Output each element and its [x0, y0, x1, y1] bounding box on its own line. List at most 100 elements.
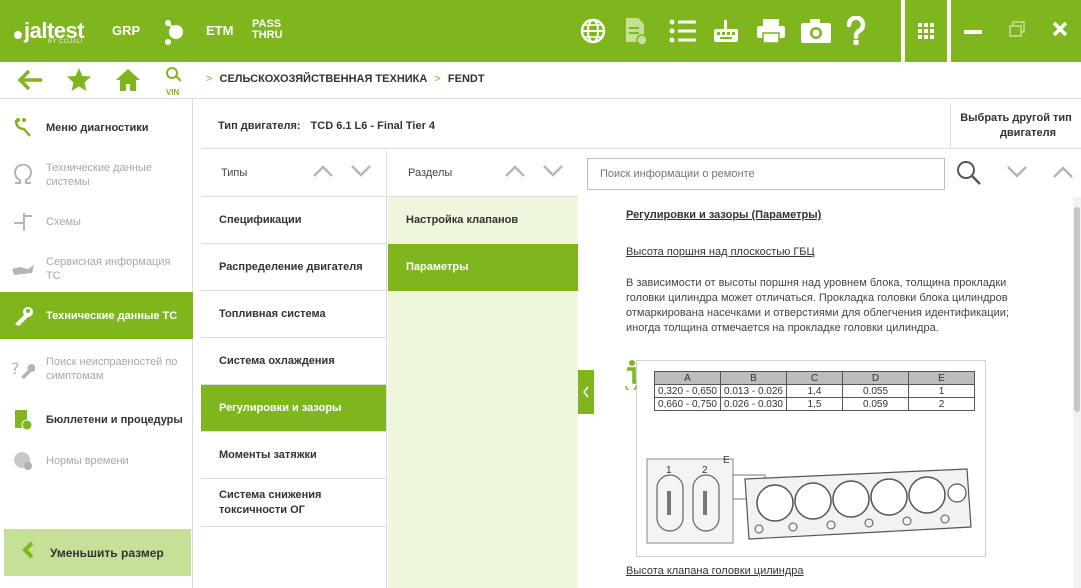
- content-subtitle-link[interactable]: Высота поршня над плоскостью ГБЦ: [626, 246, 815, 258]
- logo-dot-icon: [14, 31, 22, 39]
- figure-label-2: 2: [702, 465, 708, 476]
- wrench-icon: [0, 305, 46, 327]
- oil-can-icon: [0, 259, 46, 279]
- types-item-specifications[interactable]: Спецификации: [201, 197, 386, 244]
- logo-subtitle: BY COJALI: [48, 39, 84, 45]
- chevron-down-icon[interactable]: [350, 164, 372, 183]
- gasket-figure: A B C D E 0,320 - 0,650 0.013 - 0.026 1,…: [636, 360, 986, 557]
- search-icon[interactable]: [956, 160, 982, 191]
- sidebar-item-vehicle-tech-data[interactable]: Технические данные ТС: [0, 292, 193, 339]
- figure-label-1: 1: [666, 465, 672, 476]
- camera-icon[interactable]: [800, 12, 832, 50]
- types-item-fuel-system[interactable]: Топливная система: [201, 291, 386, 338]
- grp-button[interactable]: GRP: [112, 23, 140, 38]
- collapse-panel-button[interactable]: [578, 370, 594, 414]
- chevron-up-icon[interactable]: [312, 164, 334, 183]
- gasket-spec-table: A B C D E 0,320 - 0,650 0.013 - 0.026 1,…: [654, 371, 975, 411]
- thru-label: THRU: [252, 29, 283, 41]
- search-vin-button[interactable]: VIN: [162, 66, 186, 97]
- gasket-drawing: [646, 458, 972, 544]
- vin-search-icon: [166, 67, 182, 82]
- types-column: Типы Спецификации Распределение двигател…: [201, 150, 387, 588]
- pass-thru-button[interactable]: PASS THRU: [252, 19, 283, 41]
- apps-grid-button[interactable]: [904, 0, 947, 62]
- table-header: B: [720, 371, 787, 385]
- table-header: D: [842, 371, 909, 385]
- sidebar-item-time-norms[interactable]: Нормы времени: [0, 437, 193, 484]
- table-cell: 0.059: [842, 397, 909, 411]
- sidebar-item-label: Сервисная информация ТС: [46, 255, 171, 282]
- shrink-label: Уменьшить размер: [50, 545, 164, 560]
- sections-header-label: Разделы: [408, 167, 453, 179]
- content-paragraph: В зависимости от высоты поршня над уровн…: [626, 277, 1009, 334]
- chevron-left-icon: [583, 386, 589, 398]
- sidebar-item-bulletins[interactable]: Бюллетени и процедуры: [0, 396, 193, 443]
- bulletins-icon: [0, 409, 46, 431]
- engine-type-bar: Тип двигателя: TCD 6.1 L6 - Final Tier 4: [201, 103, 950, 149]
- content-title: Регулировки и зазоры (Параметры): [626, 209, 822, 221]
- list-icon[interactable]: [668, 12, 698, 50]
- chevron-left-icon: [22, 541, 34, 564]
- types-item-engine-timing[interactable]: Распределение двигателя: [201, 244, 386, 291]
- schematic-icon: [0, 211, 46, 233]
- table-cell: 0.026 - 0.030: [720, 397, 787, 411]
- help-icon[interactable]: [846, 12, 866, 50]
- connector-icon[interactable]: [160, 17, 190, 52]
- repair-info-search-input[interactable]: [587, 158, 945, 190]
- sidebar-item-system-tech-data[interactable]: Технические данные системы: [0, 151, 193, 198]
- sidebar-item-service-info[interactable]: Сервисная информация ТС: [0, 245, 193, 292]
- globe-icon[interactable]: [580, 12, 606, 50]
- home-icon[interactable]: [115, 67, 141, 98]
- table-header: C: [786, 371, 843, 385]
- change-engine-line2: двигателя: [999, 127, 1057, 139]
- navigation-bar: VIN > СЕЛЬСКОХОЗЯЙСТВЕННАЯ ТЕХНИКА > FEN…: [0, 62, 1081, 99]
- chevron-up-icon[interactable]: [1052, 165, 1074, 184]
- types-item-emission-system[interactable]: Система снижения токсичности ОГ: [201, 479, 386, 527]
- types-item-cooling-system[interactable]: Система охлаждения: [201, 338, 386, 385]
- chevron-down-icon[interactable]: [542, 164, 564, 183]
- printer-icon[interactable]: [756, 12, 786, 50]
- valve-height-link[interactable]: Высота клапана головки цилиндра: [626, 565, 804, 577]
- favorite-star-icon[interactable]: [66, 67, 92, 98]
- sections-item-valve-adjustment[interactable]: Настройка клапанов: [388, 197, 578, 244]
- etm-button[interactable]: ETM: [206, 23, 233, 38]
- content-scrollbar[interactable]: [1073, 197, 1081, 588]
- close-icon[interactable]: [1052, 21, 1068, 42]
- types-header-label: Типы: [221, 167, 248, 179]
- sidebar-item-diagnostics-menu[interactable]: Меню диагностики: [0, 104, 193, 151]
- keyboard-icon[interactable]: [712, 12, 740, 50]
- sidebar-item-label: Технические данные системы: [46, 161, 152, 188]
- back-arrow-icon[interactable]: [16, 68, 44, 97]
- breadcrumb-agriculture[interactable]: СЕЛЬСКОХОЗЯЙСТВЕННАЯ ТЕХНИКА: [220, 73, 428, 85]
- table-header: A: [654, 371, 721, 385]
- chevron-up-icon[interactable]: [504, 164, 526, 183]
- table-header: E: [908, 371, 975, 385]
- info-icon[interactable]: [624, 360, 638, 395]
- sidebar-item-label: Нормы времени: [46, 454, 129, 467]
- breadcrumb-separator: >: [206, 73, 213, 85]
- table-cell: 1,5: [786, 397, 843, 411]
- time-icon: [0, 450, 46, 472]
- minimize-icon[interactable]: [963, 22, 982, 40]
- table-row: 0,660 - 0,750 0.026 - 0.030 1,5 0.059 2: [654, 397, 975, 411]
- table-cell: 0,660 - 0,750: [654, 397, 721, 411]
- sidebar: Меню диагностики Технические данные сист…: [0, 99, 193, 588]
- types-item-adjustments[interactable]: Регулировки и зазоры: [201, 385, 386, 432]
- sections-item-parameters[interactable]: Параметры: [388, 244, 578, 291]
- top-bar: jaltest BY COJALI GRP ETM PASS THRU: [0, 0, 1081, 62]
- shrink-sidebar-button[interactable]: Уменьшить размер: [4, 529, 191, 576]
- table-cell: 0.013 - 0.026: [720, 384, 787, 398]
- change-engine-button[interactable]: Выбрать другой тип двигателя: [950, 103, 1081, 149]
- scrollbar-thumb[interactable]: [1074, 207, 1080, 412]
- chevron-down-icon[interactable]: [1006, 165, 1028, 184]
- types-item-torques[interactable]: Моменты затяжки: [201, 432, 386, 479]
- sections-header: Разделы: [388, 150, 578, 197]
- change-engine-line1: Выбрать другой тип: [960, 112, 1072, 124]
- table-cell: 1,4: [786, 384, 843, 398]
- document-settings-icon[interactable]: [624, 12, 648, 50]
- sidebar-item-symptom-search[interactable]: ? Поиск неисправностей по симптомам: [0, 345, 193, 392]
- restore-icon[interactable]: [1008, 20, 1025, 42]
- breadcrumb-fendt[interactable]: FENDT: [448, 73, 485, 85]
- sidebar-item-schemes[interactable]: Схемы: [0, 198, 193, 245]
- table-cell: 1: [908, 384, 975, 398]
